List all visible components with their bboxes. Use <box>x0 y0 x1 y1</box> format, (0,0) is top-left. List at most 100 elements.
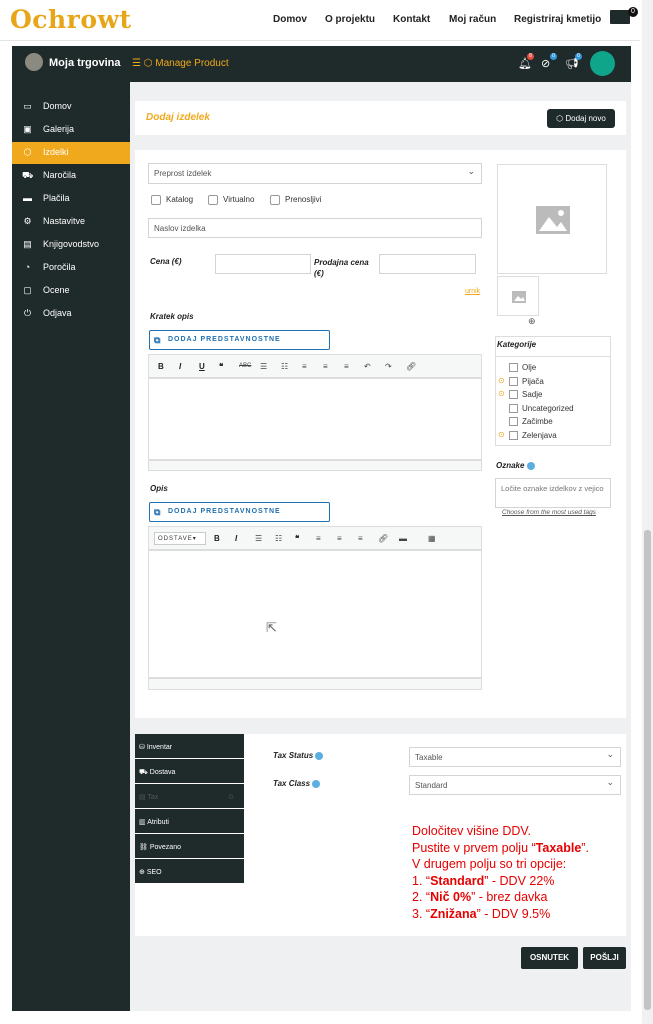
category-label: Pijača <box>522 377 544 386</box>
submit-button[interactable]: POŠLJI <box>583 947 626 969</box>
align-left-icon[interactable]: ≡ <box>302 362 307 371</box>
product-title-input[interactable]: Naslov izdelka <box>148 218 482 238</box>
align-center-icon[interactable]: ≡ <box>323 362 328 371</box>
undo-icon[interactable]: ↶ <box>364 362 371 371</box>
tab-tax[interactable]: ▤ Tax ⊙ <box>135 784 244 808</box>
dashboard-topbar: Moja trgovina ☰ ⬡ Manage Product 🔔︎ 8 ⊘ … <box>12 46 631 82</box>
strikethrough-icon[interactable]: ABC <box>239 363 251 369</box>
cart-icon[interactable] <box>610 10 630 24</box>
help-icon[interactable] <box>526 461 535 470</box>
virtual-label: Virtualno <box>223 195 255 204</box>
category-checkbox-zelenjava[interactable] <box>509 431 518 440</box>
expand-icon[interactable]: ⊙ <box>498 389 505 398</box>
expand-icon[interactable]: ⊙ <box>498 430 505 439</box>
nav-register[interactable]: Registriraj kmetijo <box>514 14 601 25</box>
help-icon[interactable] <box>315 751 324 760</box>
nav-about[interactable]: O projektu <box>325 14 375 25</box>
draft-button[interactable]: OSNUTEK <box>521 947 578 969</box>
quote-icon[interactable]: ❝ <box>219 362 223 371</box>
bold-icon[interactable]: B <box>158 362 164 371</box>
cart-count-badge: 0 <box>628 7 638 17</box>
category-checkbox-zacimbe[interactable] <box>509 417 518 426</box>
underline-icon[interactable]: U <box>199 362 205 371</box>
product-image-upload[interactable] <box>497 164 607 274</box>
sidebar-item-reviews[interactable]: ▢ Ocene <box>12 280 130 302</box>
tab-seo[interactable]: ⊕ SEO <box>135 859 244 883</box>
gears-icon: ⚙ <box>23 216 32 226</box>
product-type-select[interactable]: Preprost izdelek ⌄ <box>148 163 482 184</box>
category-checkbox-pijaca[interactable] <box>509 377 518 386</box>
tab-attributes[interactable]: ▥ Atributi <box>135 809 244 833</box>
store-name[interactable]: Moja trgovina <box>49 57 121 69</box>
add-gallery-image-icon[interactable]: ⊕ <box>528 316 536 327</box>
bold-icon[interactable]: B <box>214 534 220 543</box>
cart-icon: ⛟ <box>22 170 34 180</box>
site-logo[interactable]: Ochrowt <box>10 5 132 34</box>
numbered-list-icon[interactable]: ☷ <box>275 534 282 543</box>
numbered-list-icon[interactable]: ☷ <box>281 362 288 371</box>
add-media-button-short[interactable]: ⧉DODAJ PREDSTAVNOSTNE DATOTEKE <box>149 330 330 361</box>
sidebar-item-logout[interactable]: ⏻ Odjava <box>12 303 130 325</box>
category-checkbox-uncategorized[interactable] <box>509 404 518 413</box>
expand-icon[interactable]: ⊙ <box>498 376 505 385</box>
sidebar-item-payments[interactable]: ▬ Plačila <box>12 188 130 210</box>
bullet-list-icon[interactable]: ☰ <box>260 362 267 371</box>
tab-linked[interactable]: ⛓ Povezano <box>135 834 244 858</box>
description-editor[interactable] <box>148 550 482 678</box>
bullet-list-icon[interactable]: ☰ <box>255 534 262 543</box>
align-right-icon[interactable]: ≡ <box>344 362 349 371</box>
sidebar-item-products[interactable]: ⬡ Izdelki <box>12 142 130 164</box>
downloadable-checkbox[interactable] <box>270 195 280 205</box>
add-new-button[interactable]: ⬡ Dodaj novo <box>547 109 615 128</box>
sale-price-input[interactable] <box>379 254 476 274</box>
link-icon[interactable]: 🔗︎ <box>378 534 388 543</box>
category-checkbox-olje[interactable] <box>509 363 518 372</box>
tab-shipping[interactable]: ⛟ Dostava <box>135 759 244 783</box>
price-input[interactable] <box>215 254 311 274</box>
sidebar-item-accounting[interactable]: ▤ Knjigovodstvo <box>12 234 130 256</box>
add-media-button-desc[interactable]: ⧉DODAJ PREDSTAVNOSTNE DATOTEKE <box>149 502 330 533</box>
align-right-icon[interactable]: ≡ <box>358 534 363 543</box>
sidebar-item-gallery[interactable]: ▣ Galerija <box>12 119 130 141</box>
category-checkbox-sadje[interactable] <box>509 390 518 399</box>
help-icon[interactable]: ⊘ <box>541 57 550 70</box>
read-more-icon[interactable]: ▬ <box>399 534 407 543</box>
virtual-checkbox[interactable] <box>208 195 218 205</box>
categories-divider <box>495 356 611 357</box>
tax-status-select[interactable]: Taxable ⌄ <box>409 747 621 767</box>
tax-class-select[interactable]: Standard ⌄ <box>409 775 621 795</box>
menu-icon[interactable]: ☰ <box>132 58 141 69</box>
align-left-icon[interactable]: ≡ <box>316 534 321 543</box>
sidebar-item-settings[interactable]: ⚙ Nastavitve <box>12 211 130 233</box>
quote-icon[interactable]: ❝ <box>295 534 299 543</box>
sidebar-item-reports[interactable]: ◔ Poročila <box>12 257 130 279</box>
gallery-image-upload[interactable] <box>497 276 539 316</box>
sidebar-item-home[interactable]: ▭ Domov <box>12 96 130 118</box>
chevron-down-icon: ⌄ <box>467 166 475 176</box>
most-used-tags-link[interactable]: Choose from the most used tags <box>502 509 596 516</box>
align-center-icon[interactable]: ≡ <box>337 534 342 543</box>
box-icon: ⬡ <box>23 147 32 157</box>
nav-contact[interactable]: Kontakt <box>393 14 430 25</box>
sidebar-item-orders[interactable]: ⛟ Naročila <box>12 165 130 187</box>
link-icon[interactable]: 🔗︎ <box>406 362 416 371</box>
category-label: Olje <box>522 363 537 372</box>
chevron-down-icon: ⌄ <box>606 777 614 787</box>
schedule-link[interactable]: urnik <box>465 288 480 295</box>
catalog-checkbox[interactable] <box>151 195 161 205</box>
format-select[interactable]: ODSTAVE▾ <box>154 532 206 545</box>
user-avatar[interactable] <box>590 51 615 76</box>
nav-account[interactable]: Moj račun <box>449 14 496 25</box>
italic-icon[interactable]: I <box>179 362 181 371</box>
comment-icon: ▢ <box>23 285 32 295</box>
tab-inventory[interactable]: ⛁ Inventar <box>135 734 244 758</box>
help-icon[interactable] <box>312 779 321 788</box>
scrollbar-thumb[interactable] <box>644 530 651 1010</box>
short-description-editor[interactable] <box>148 378 482 460</box>
redo-icon[interactable]: ↷ <box>385 362 392 371</box>
italic-icon[interactable]: I <box>235 534 237 543</box>
store-avatar-icon <box>25 53 43 71</box>
tags-input[interactable]: Ločite oznake izdelkov z vejico <box>495 478 611 508</box>
toolbar-toggle-icon[interactable]: ▦ <box>428 534 436 543</box>
nav-home[interactable]: Domov <box>273 14 307 25</box>
